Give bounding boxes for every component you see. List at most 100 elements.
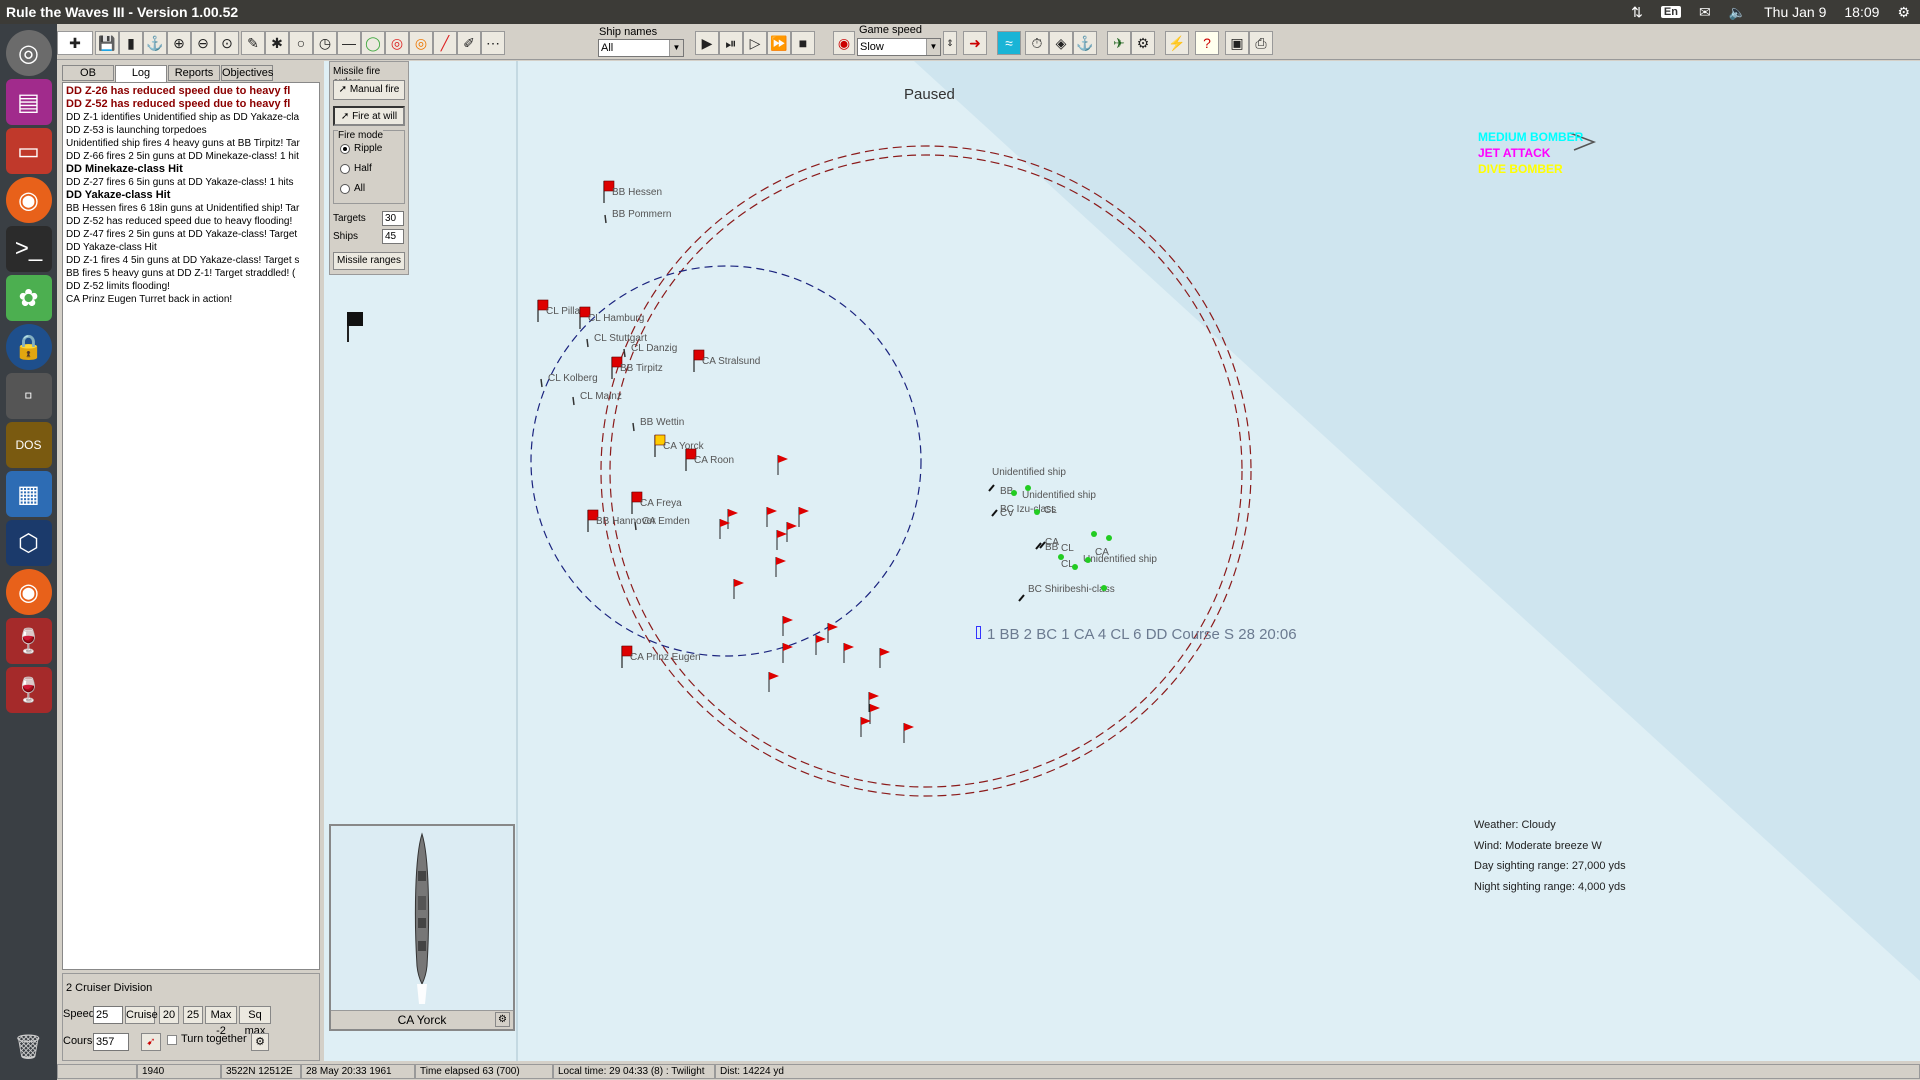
- enemy-contact-icon[interactable]: [1034, 509, 1040, 515]
- cruise-button[interactable]: Cruise: [125, 1006, 158, 1024]
- ship-marker-icon[interactable]: [572, 396, 575, 406]
- destroyer-flag-icon[interactable]: [880, 648, 890, 656]
- squadron-max-button[interactable]: Sq max: [239, 1006, 271, 1037]
- event-log[interactable]: DD Z-26 has reduced speed due to heavy f…: [62, 82, 320, 970]
- tab-ob[interactable]: OB: [62, 65, 114, 81]
- destroyer-flag-icon[interactable]: [769, 672, 779, 680]
- stopwatch-icon[interactable]: ⏱: [1025, 31, 1049, 55]
- sea-view-icon[interactable]: ≈: [997, 31, 1021, 55]
- files-app-icon[interactable]: ▤: [5, 79, 52, 125]
- manual-fire-button[interactable]: ➚ Manual fire: [333, 80, 405, 100]
- ship-marker-icon[interactable]: [540, 378, 543, 388]
- report-icon[interactable]: ▣: [1225, 31, 1249, 55]
- destroyer-flag-icon[interactable]: [728, 509, 738, 517]
- fire-at-will-button[interactable]: ➚ Fire at will: [333, 106, 405, 126]
- virtualbox-icon[interactable]: ⬡: [5, 520, 52, 566]
- mail-icon[interactable]: ✉: [1699, 4, 1711, 21]
- clock-icon[interactable]: ◷: [313, 31, 337, 55]
- ship-marker-icon[interactable]: [586, 338, 589, 348]
- fast-forward-icon[interactable]: ⏩: [767, 31, 791, 55]
- targets-value[interactable]: 30: [382, 211, 404, 226]
- destroyer-flag-icon[interactable]: [816, 635, 826, 643]
- step-icon[interactable]: ⏯: [719, 31, 743, 55]
- keyboard-layout[interactable]: En: [1660, 6, 1681, 18]
- circle-icon[interactable]: ○: [289, 31, 313, 55]
- lock-icon[interactable]: 🔒: [5, 324, 52, 370]
- firefox-icon-2[interactable]: ◉: [5, 569, 52, 615]
- speed-input[interactable]: 25: [93, 1006, 123, 1024]
- course-pointer-icon[interactable]: ➹: [141, 1033, 161, 1051]
- target-icon[interactable]: ◉: [833, 31, 855, 55]
- ship-marker-icon[interactable]: [632, 422, 635, 432]
- black-flag-icon[interactable]: [347, 312, 363, 326]
- destroyer-flag-icon[interactable]: [904, 723, 914, 731]
- aircraft-icon[interactable]: ✈: [1107, 31, 1131, 55]
- ship-marker-icon[interactable]: [604, 214, 607, 224]
- destroyer-flag-icon[interactable]: [828, 623, 838, 631]
- colorful-app-icon[interactable]: ✿: [5, 275, 52, 321]
- clock-time[interactable]: 18:09: [1844, 4, 1879, 20]
- clock-day[interactable]: Thu Jan 9: [1764, 4, 1826, 20]
- volume-icon[interactable]: 🔈: [1729, 4, 1746, 21]
- destroyer-flag-icon[interactable]: [777, 530, 787, 538]
- line-icon[interactable]: —: [337, 31, 361, 55]
- destroyer-flag-icon[interactable]: [869, 692, 879, 700]
- play-icon[interactable]: ▶: [695, 31, 719, 55]
- lightning-icon[interactable]: ⚡: [1165, 31, 1189, 55]
- ship-marker-icon[interactable]: [623, 348, 626, 358]
- enemy-contact-icon[interactable]: [1058, 554, 1064, 560]
- print-icon[interactable]: ⎙: [1249, 31, 1273, 55]
- file-manager-icon[interactable]: ▭: [5, 128, 52, 174]
- missile-ranges-button[interactable]: Missile ranges: [333, 252, 405, 270]
- tab-reports[interactable]: Reports: [168, 65, 220, 81]
- anchor-icon[interactable]: ⚓: [1073, 31, 1097, 55]
- destroyer-flag-icon[interactable]: [734, 579, 744, 587]
- enemy-contact-icon[interactable]: [1085, 557, 1091, 563]
- enemy-contact-icon[interactable]: [1106, 535, 1112, 541]
- save-icon[interactable]: 💾: [95, 31, 119, 55]
- destroyer-flag-icon[interactable]: [799, 507, 809, 515]
- pencil-icon[interactable]: ✐: [457, 31, 481, 55]
- writer-icon[interactable]: ▦: [5, 471, 52, 517]
- enemy-contact-icon[interactable]: [1091, 531, 1097, 537]
- turn-together-checkbox[interactable]: [167, 1035, 177, 1045]
- step-forward-icon[interactable]: ▷: [743, 31, 767, 55]
- mine-icon[interactable]: ✱: [265, 31, 289, 55]
- enemy-ship-marker-icon[interactable]: [991, 509, 998, 517]
- help-icon[interactable]: ?: [1195, 31, 1219, 55]
- ship-icon[interactable]: ⚓: [143, 31, 167, 55]
- dosbox-icon[interactable]: DOS: [5, 422, 52, 468]
- destroyer-flag-icon[interactable]: [778, 455, 788, 463]
- tactical-map[interactable]: BB Hessen BB Pommern CL Pillau CL Hamburg CL…: [324, 61, 1920, 1061]
- ships-value[interactable]: 45: [382, 229, 404, 244]
- enemy-ship-marker-icon[interactable]: [988, 484, 995, 492]
- zoom-fit-icon[interactable]: ⊙: [215, 31, 239, 55]
- max-minus-2-button[interactable]: Max -2: [205, 1006, 237, 1037]
- fire-mode-radio-half[interactable]: Half: [340, 163, 372, 174]
- trash-icon[interactable]: 🗑: [6, 1024, 52, 1070]
- dotted-line-icon[interactable]: ⋯: [481, 31, 505, 55]
- enemy-ship-marker-icon[interactable]: [1018, 594, 1025, 602]
- ship-names-select[interactable]: All ▼: [598, 39, 684, 57]
- destroyer-flag-icon[interactable]: [844, 643, 854, 651]
- tab-log[interactable]: Log: [115, 65, 167, 82]
- terminal-icon[interactable]: >_: [5, 226, 52, 272]
- zoom-in-icon[interactable]: ⊕: [167, 31, 191, 55]
- speed-25-button[interactable]: 25: [183, 1006, 203, 1024]
- destroyer-flag-icon[interactable]: [870, 704, 880, 712]
- enemy-contact-icon[interactable]: [1072, 564, 1078, 570]
- fire-mode-radio-ripple[interactable]: Ripple: [340, 143, 382, 154]
- arrow-right-icon[interactable]: ➜: [963, 31, 987, 55]
- orange-circle-icon[interactable]: ◎: [409, 31, 433, 55]
- enemy-contact-icon[interactable]: [1101, 585, 1107, 591]
- enemy-contact-icon[interactable]: [1025, 485, 1031, 491]
- game-speed-select[interactable]: Slow ▼: [857, 38, 941, 56]
- destroyer-flag-icon[interactable]: [787, 522, 797, 530]
- speed-20-button[interactable]: 20: [159, 1006, 179, 1024]
- speed-stepper[interactable]: ⇕: [943, 31, 957, 55]
- tab-objectives[interactable]: Objectives: [221, 65, 273, 81]
- wine-icon[interactable]: 🍷: [5, 618, 52, 664]
- wine-icon-2[interactable]: 🍷: [5, 667, 52, 713]
- fire-mode-radio-all[interactable]: All: [340, 183, 365, 194]
- window-app-icon[interactable]: ▫: [5, 373, 52, 419]
